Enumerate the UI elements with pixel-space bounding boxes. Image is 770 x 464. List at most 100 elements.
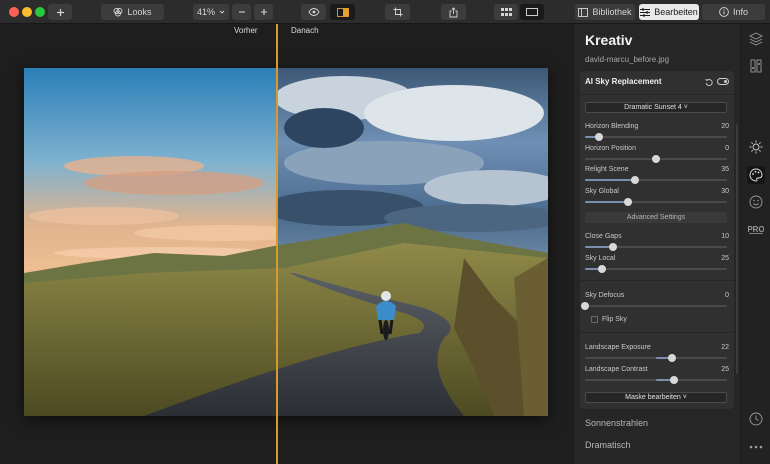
zoom-in-button[interactable]	[254, 4, 273, 20]
slider-track[interactable]	[585, 264, 727, 273]
slider-label: Sky Local	[585, 254, 616, 262]
toolbar: Looks 41% Bibliothek Bearbeiten Info	[0, 0, 770, 24]
zoom-window-button[interactable]	[35, 7, 45, 17]
plus-icon	[56, 8, 64, 16]
slider-thumb[interactable]	[652, 154, 660, 163]
before-label: Vorher	[234, 26, 258, 35]
slider-thumb[interactable]	[669, 375, 678, 384]
share-button[interactable]	[441, 4, 466, 20]
slider-thumb[interactable]	[595, 133, 604, 141]
slider-track[interactable]	[585, 154, 727, 163]
close-window-button[interactable]	[9, 7, 19, 17]
info-label: Info	[732, 7, 748, 17]
plus-icon	[260, 9, 267, 15]
advanced-settings-label: Advanced Settings	[626, 214, 686, 221]
divider	[580, 94, 734, 95]
divider	[580, 280, 734, 281]
slider-label: Sky Defocus	[585, 292, 625, 299]
zoom-out-button[interactable]	[232, 4, 251, 20]
slider-value: 25	[721, 254, 729, 262]
history-icon[interactable]	[747, 410, 765, 428]
flip-sky-label: Flip Sky	[602, 316, 627, 323]
minimize-window-button[interactable]	[22, 7, 32, 17]
panel-scrollbar[interactable]	[736, 124, 738, 374]
after-label: Danach	[291, 26, 319, 35]
pro-icon[interactable]: PRO	[747, 220, 765, 238]
palette-icon[interactable]	[747, 166, 765, 184]
crop-icon	[393, 7, 402, 17]
slider-label: Sky Global	[585, 187, 619, 195]
edit-panel: Kreativ david-marcu_before.jpg AI Sky Re…	[574, 24, 740, 464]
advanced-settings-header[interactable]: Advanced Settings	[585, 212, 727, 223]
bibliothek-tab[interactable]: Bibliothek	[575, 4, 635, 20]
filter-list-item-sonnenstrahlen[interactable]: Sonnenstrahlen	[585, 418, 648, 428]
edit-mask-button[interactable]: Maske bearbeiten ˅	[585, 392, 727, 403]
library-icon	[578, 7, 589, 17]
info-tab[interactable]: Info	[702, 4, 765, 20]
slider-value: 22	[721, 344, 729, 351]
sky-preset-dropdown[interactable]: Dramatic Sunset 4 ˅	[585, 102, 727, 113]
share-icon	[449, 6, 458, 17]
panel-title: Kreativ	[585, 32, 633, 48]
slider-thumb[interactable]	[609, 243, 618, 251]
grid-view-button[interactable]	[494, 4, 518, 20]
filter-enable-toggle[interactable]	[717, 78, 729, 85]
svg-text:PRO: PRO	[748, 225, 764, 234]
filter-title: AI Sky Replacement	[585, 77, 662, 86]
flip-sky-checkbox[interactable]	[591, 316, 598, 323]
slider-thumb[interactable]	[630, 176, 639, 184]
looks-button[interactable]: Looks	[101, 4, 164, 20]
image-canvas[interactable]: Vorher Danach	[0, 24, 574, 464]
slider-fill	[585, 200, 628, 203]
slider-thumb[interactable]	[581, 302, 589, 310]
slider-label: Landscape Exposure	[585, 344, 651, 351]
chevron-down-icon: ˅	[683, 104, 688, 111]
slider-value: 30	[721, 187, 729, 195]
sun-icon[interactable]	[747, 138, 765, 156]
reset-icon[interactable]	[705, 78, 713, 86]
layers-icon[interactable]	[747, 30, 765, 48]
slider-value: 0	[725, 292, 729, 299]
single-view-button[interactable]	[520, 4, 544, 20]
slider-track[interactable]	[585, 176, 727, 184]
slider-track[interactable]	[585, 354, 727, 362]
minus-icon	[238, 11, 245, 13]
bearbeiten-label: Bearbeiten	[654, 7, 698, 17]
slider-value: 20	[721, 123, 729, 130]
crop-button[interactable]	[385, 4, 410, 20]
presets-icon[interactable]	[747, 57, 765, 75]
face-icon[interactable]	[747, 193, 765, 211]
sky-preset-value: Dramatic Sunset 4	[624, 104, 682, 111]
add-button[interactable]	[48, 4, 72, 20]
compare-split-button[interactable]	[330, 4, 355, 20]
photo-preview	[24, 68, 548, 416]
slider-track[interactable]	[581, 302, 727, 310]
preview-toggle-button[interactable]	[301, 4, 326, 20]
eye-icon	[307, 8, 320, 16]
slider-label: Close Gaps	[585, 233, 622, 240]
slider-track[interactable]	[585, 243, 727, 251]
split-view-icon	[336, 7, 349, 17]
slider-thumb[interactable]	[598, 264, 607, 273]
slider-thumb[interactable]	[623, 197, 632, 206]
file-name: david-marcu_before.jpg	[585, 55, 670, 64]
filter-list-item-dramatisch[interactable]: Dramatisch	[585, 440, 631, 450]
zoom-select[interactable]: 41%	[193, 4, 229, 20]
single-image-icon	[526, 8, 538, 16]
slider-track[interactable]	[585, 197, 727, 206]
slider-thumb[interactable]	[667, 354, 676, 362]
chevron-down-icon	[219, 10, 225, 14]
ai-sky-replacement-card: AI Sky Replacement Dramatic Sunset 4 ˅ H…	[580, 71, 734, 409]
chevron-down-icon: ˅	[682, 394, 687, 401]
slider-track[interactable]	[585, 375, 727, 384]
slider-track[interactable]	[585, 133, 727, 141]
bibliothek-label: Bibliothek	[592, 7, 632, 17]
more-icon[interactable]	[747, 438, 765, 456]
app-window: Looks 41% Bibliothek Bearbeiten Info Vor…	[0, 0, 770, 464]
compare-split-handle[interactable]	[276, 24, 278, 464]
bearbeiten-tab[interactable]: Bearbeiten	[639, 4, 699, 20]
info-icon	[719, 7, 729, 17]
slider-label: Horizon Position	[585, 144, 636, 152]
slider-value: 0	[725, 144, 729, 152]
looks-label: Looks	[127, 7, 152, 17]
